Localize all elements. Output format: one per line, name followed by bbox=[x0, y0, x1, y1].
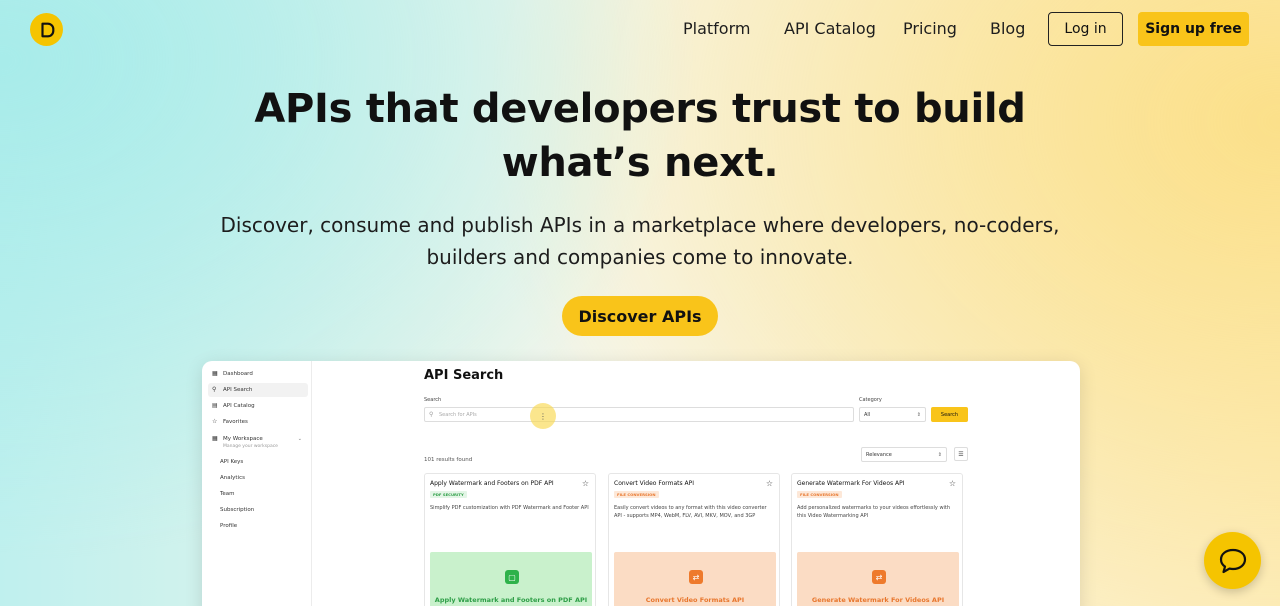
card-thumbnail: ⇄ Generate Watermark For Videos API bbox=[797, 552, 959, 606]
hero-subtitle-line2: builders and companies come to innovate. bbox=[426, 245, 854, 269]
sort-value: Relevance bbox=[866, 451, 892, 458]
search-icon: ⚲ bbox=[429, 411, 434, 418]
search-placeholder: Search for APIs bbox=[439, 411, 477, 418]
category-select[interactable]: All ⇕ bbox=[859, 407, 926, 422]
sidebar-subitem-analytics[interactable]: Analytics bbox=[220, 475, 245, 481]
discover-apis-button[interactable]: Discover APIs bbox=[562, 296, 718, 336]
card-title: Generate Watermark For Videos API bbox=[797, 480, 905, 487]
star-icon[interactable]: ☆ bbox=[582, 479, 589, 488]
chat-button[interactable] bbox=[1204, 532, 1261, 589]
logo-icon[interactable] bbox=[30, 13, 63, 46]
results-count: 101 results found bbox=[424, 457, 473, 463]
sidebar-item-api-catalog[interactable]: ▤ API Catalog bbox=[208, 399, 308, 413]
grid-icon: ▦ bbox=[212, 370, 218, 377]
sidebar-item-label: Dashboard bbox=[223, 371, 253, 377]
sidebar-item-dashboard[interactable]: ▦ Dashboard bbox=[208, 367, 308, 381]
nav-link-pricing[interactable]: Pricing bbox=[903, 19, 957, 38]
search-input[interactable]: ⚲ Search for APIs bbox=[424, 407, 854, 422]
card-thumbnail: ▢ Apply Watermark and Footers on PDF API bbox=[430, 552, 592, 606]
card-description: Simplify PDF customization with PDF Wate… bbox=[430, 505, 589, 511]
hero-title: APIs that developers trust to build what… bbox=[0, 82, 1280, 190]
sidebar-item-favorites[interactable]: ☆ Favorites bbox=[208, 415, 308, 429]
card-title: Convert Video Formats API bbox=[614, 480, 695, 487]
chat-icon bbox=[1219, 548, 1246, 573]
thumbnail-label: Convert Video Formats API bbox=[645, 596, 745, 604]
workspace-icon: ▦ bbox=[212, 435, 218, 442]
thumbnail-label: Apply Watermark and Footers on PDF API bbox=[434, 596, 588, 604]
category-value: All bbox=[864, 411, 871, 418]
sidebar-subitem-team[interactable]: Team bbox=[220, 491, 235, 497]
chevron-updown-icon: ⇕ bbox=[916, 412, 921, 418]
document-icon: ▢ bbox=[505, 570, 519, 584]
search-button[interactable]: Search bbox=[931, 407, 968, 422]
sidebar-item-label: My Workspace bbox=[223, 436, 263, 442]
chevron-down-icon: ⌄ bbox=[297, 436, 302, 442]
category-badge: FILE CONVERSION bbox=[797, 491, 842, 498]
hero-subtitle-line1: Discover, consume and publish APIs in a … bbox=[220, 213, 1060, 237]
hero-title-line1: APIs that developers trust to build bbox=[254, 86, 1026, 132]
sidebar-subitem-api-keys[interactable]: API Keys bbox=[220, 459, 243, 465]
signup-button[interactable]: Sign up free bbox=[1138, 12, 1249, 46]
sidebar-subitem-subscription[interactable]: Subscription bbox=[220, 507, 254, 513]
nav-link-api-catalog[interactable]: API Catalog bbox=[784, 19, 876, 38]
sidebar-item-label: Favorites bbox=[223, 419, 248, 425]
thumbnail-label: Generate Watermark For Videos API bbox=[811, 596, 945, 604]
book-icon: ▤ bbox=[212, 402, 218, 409]
card-description: Add personalized watermarks to your vide… bbox=[797, 505, 951, 519]
list-view-button[interactable]: ☰ bbox=[954, 447, 968, 461]
sidebar-item-label: API Catalog bbox=[223, 403, 255, 409]
category-badge: PDF SECURITY bbox=[430, 491, 467, 498]
chevron-updown-icon: ⇕ bbox=[937, 452, 942, 458]
sidebar-item-api-search[interactable]: ⚲ API Search bbox=[208, 383, 308, 397]
product-preview: ▦ Dashboard ⚲ API Search ▤ API Catalog ☆… bbox=[202, 361, 1080, 606]
star-icon[interactable]: ☆ bbox=[766, 479, 773, 488]
nav-link-platform[interactable]: Platform bbox=[683, 19, 750, 38]
category-label: Category bbox=[859, 397, 882, 403]
nav-link-blog[interactable]: Blog bbox=[990, 19, 1025, 38]
sidebar-subitem-profile[interactable]: Profile bbox=[220, 523, 237, 529]
top-navigation: Platform API Catalog Pricing Blog Log in… bbox=[0, 0, 1280, 58]
api-card[interactable]: Apply Watermark and Footers on PDF API ☆… bbox=[424, 473, 596, 606]
hero-title-line2: what’s next. bbox=[501, 140, 779, 186]
convert-icon: ⇄ bbox=[872, 570, 886, 584]
star-icon[interactable]: ☆ bbox=[949, 479, 956, 488]
search-icon: ⚲ bbox=[212, 386, 217, 393]
api-card[interactable]: Convert Video Formats API ☆ FILE CONVERS… bbox=[608, 473, 780, 606]
star-icon: ☆ bbox=[212, 418, 218, 425]
preview-sidebar: ▦ Dashboard ⚲ API Search ▤ API Catalog ☆… bbox=[202, 361, 312, 606]
card-title: Apply Watermark and Footers on PDF API bbox=[430, 480, 554, 487]
cursor-highlight: ⋮ bbox=[530, 403, 556, 429]
sidebar-item-label: API Search bbox=[223, 387, 253, 393]
card-description: Easily convert videos to any format with… bbox=[614, 505, 767, 519]
search-label: Search bbox=[424, 397, 442, 403]
convert-icon: ⇄ bbox=[689, 570, 703, 584]
api-card[interactable]: Generate Watermark For Videos API ☆ FILE… bbox=[791, 473, 963, 606]
list-icon: ☰ bbox=[958, 450, 964, 458]
sort-select[interactable]: Relevance ⇕ bbox=[861, 447, 947, 462]
category-badge: FILE CONVERSION bbox=[614, 491, 659, 498]
page-title: API Search bbox=[424, 368, 504, 383]
hero-subtitle: Discover, consume and publish APIs in a … bbox=[0, 209, 1280, 273]
workspace-hint: Manage your workspace bbox=[223, 444, 278, 449]
card-thumbnail: ⇄ Convert Video Formats API bbox=[614, 552, 776, 606]
login-button[interactable]: Log in bbox=[1048, 12, 1123, 46]
